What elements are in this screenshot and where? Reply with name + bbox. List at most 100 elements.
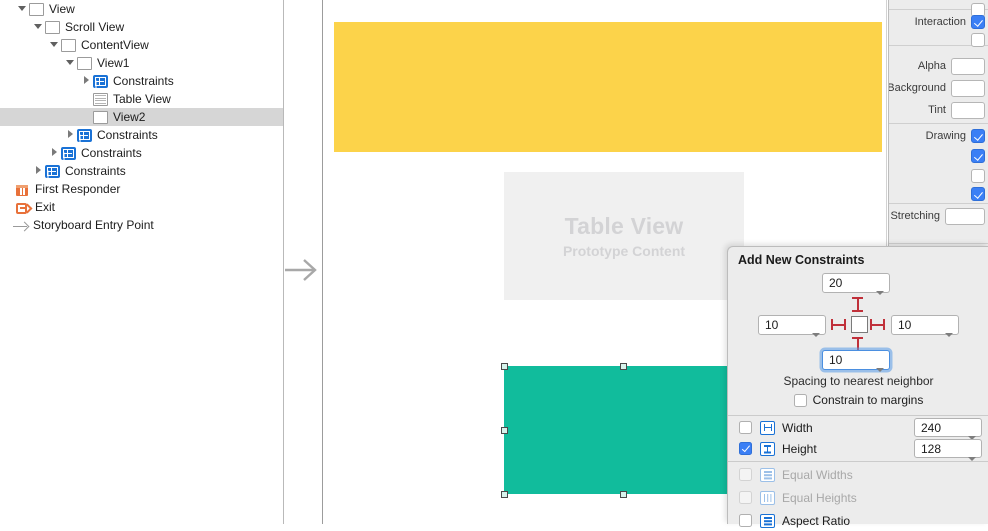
equal-widths-row: Equal Widths: [728, 464, 988, 485]
inspector-row-interaction[interactable]: Interaction: [889, 12, 988, 32]
add-new-constraints-popover[interactable]: Add New Constraints 20 10 10 10 Spacing …: [727, 246, 988, 528]
outline-row-label: Storyboard Entry Point: [33, 218, 154, 232]
document-outline-panel[interactable]: View Scroll View ContentView View1 Const…: [0, 0, 284, 524]
table-view-placeholder-subtitle: Prototype Content: [562, 243, 686, 259]
canvas-view2-selected[interactable]: [504, 366, 744, 494]
outline-row-exit[interactable]: Exit: [0, 198, 283, 216]
selection-handle-middle-left[interactable]: [501, 427, 508, 434]
alpha-field[interactable]: [951, 57, 985, 75]
aspect-ratio-row[interactable]: Aspect Ratio: [728, 510, 988, 531]
constraints-icon: [61, 147, 76, 160]
disclosure-triangle-icon[interactable]: [17, 0, 28, 18]
interaction-checkbox[interactable]: [971, 15, 985, 29]
table-view-placeholder-title: Table View: [564, 213, 684, 239]
inspector-row-interaction-2[interactable]: [889, 30, 988, 50]
height-constraint-row[interactable]: Height 128: [728, 438, 988, 461]
constrain-to-margins-checkbox[interactable]: [793, 393, 807, 407]
outline-row-table-view[interactable]: Table View: [0, 90, 283, 108]
disclosure-triangle-icon[interactable]: [49, 144, 60, 162]
bottom-spacing-combo[interactable]: 10: [822, 350, 890, 372]
selection-handle-top-center[interactable]: [620, 363, 627, 370]
bottom-spacing-value: 10: [829, 353, 843, 367]
inspector-row-drawing[interactable]: Drawing: [889, 126, 988, 146]
storyboard-entry-arrow-icon[interactable]: [285, 255, 323, 285]
inspector-label: Stretching: [890, 210, 940, 222]
drawing-checkbox-clears-graphics[interactable]: [971, 149, 985, 163]
inspector-row-drawing-2[interactable]: [889, 146, 988, 166]
outline-row-constraints-scrollview[interactable]: Constraints: [0, 144, 283, 162]
height-value-combo[interactable]: 128: [914, 439, 982, 461]
outline-row-scroll-view[interactable]: Scroll View: [0, 18, 283, 36]
outline-row-contentview[interactable]: ContentView: [0, 36, 283, 54]
selection-handle-top-left[interactable]: [501, 363, 508, 370]
constraints-icon: [45, 165, 60, 178]
leading-spacing-combo[interactable]: 10: [758, 315, 826, 337]
equal-heights-row: Equal Heights: [728, 487, 988, 508]
inspector-row-tint[interactable]: Tint: [889, 100, 988, 120]
selection-handle-bottom-left[interactable]: [501, 491, 508, 498]
outline-row-label: Constraints: [113, 74, 174, 88]
aspect-ratio-checkbox[interactable]: [739, 514, 752, 527]
constrain-to-margins-row[interactable]: Constrain to margins: [728, 393, 988, 407]
width-value-combo[interactable]: 240: [914, 418, 982, 440]
width-icon: [760, 420, 775, 435]
disclosure-triangle-icon[interactable]: [33, 162, 44, 180]
inspector-row-background[interactable]: Background: [888, 78, 988, 98]
exit-icon: [15, 201, 32, 215]
disclosure-triangle-icon[interactable]: [33, 18, 44, 36]
view-icon: [29, 3, 44, 16]
interaction-checkbox-secondary[interactable]: [971, 33, 985, 47]
outline-row-first-responder[interactable]: First Responder: [0, 180, 283, 198]
trailing-strut-indicator[interactable]: [870, 319, 886, 330]
outline-row-constraints-view1[interactable]: Constraints: [0, 72, 283, 90]
outline-row-constraints-view[interactable]: Constraints: [0, 162, 283, 180]
popover-separator: [728, 461, 988, 462]
constrain-to-margins-label: Constrain to margins: [812, 393, 924, 407]
drawing-checkbox-autoresize-subviews[interactable]: [971, 187, 985, 201]
height-checkbox[interactable]: [739, 442, 752, 455]
inspector-row-drawing-4[interactable]: [889, 184, 988, 204]
outline-row-constraints-contentview[interactable]: Constraints: [0, 126, 283, 144]
selection-handle-bottom-center[interactable]: [620, 491, 627, 498]
entry-arrow-icon: [13, 219, 30, 233]
leading-strut-indicator[interactable]: [831, 319, 847, 330]
tint-field[interactable]: [951, 101, 985, 119]
disclosure-triangle-icon[interactable]: [81, 72, 92, 90]
disclosure-triangle-icon[interactable]: [65, 126, 76, 144]
outline-row-view2[interactable]: View2: [0, 108, 283, 126]
outline-row-label: First Responder: [35, 182, 121, 196]
top-spacing-value: 20: [829, 276, 843, 290]
top-strut-indicator[interactable]: [852, 297, 863, 313]
width-constraint-row[interactable]: Width 240: [728, 417, 988, 440]
outline-row-label: View: [49, 2, 75, 16]
inspector-row-stretching[interactable]: Stretching: [889, 206, 988, 226]
canvas-table-view[interactable]: Table View Prototype Content: [504, 172, 744, 300]
outline-row-view[interactable]: View: [0, 0, 283, 18]
disclosure-triangle-icon[interactable]: [65, 54, 76, 72]
view-icon: [77, 57, 92, 70]
width-checkbox[interactable]: [739, 421, 752, 434]
outline-row-storyboard-entry-point[interactable]: Storyboard Entry Point: [0, 216, 283, 234]
trailing-spacing-value: 10: [898, 318, 912, 332]
inspector-row-drawing-3[interactable]: [889, 166, 988, 186]
inspector-separator: [889, 243, 988, 244]
equal-heights-icon: [760, 490, 775, 505]
equal-widths-label: Equal Widths: [782, 467, 853, 482]
outline-row-label: Table View: [113, 92, 171, 106]
trailing-spacing-combo[interactable]: 10: [891, 315, 959, 337]
inspector-label: Background: [888, 82, 946, 94]
background-field[interactable]: [951, 79, 985, 97]
aspect-ratio-label: Aspect Ratio: [782, 513, 851, 528]
top-spacing-combo[interactable]: 20: [822, 273, 890, 295]
outline-row-view1[interactable]: View1: [0, 54, 283, 72]
canvas-view1[interactable]: [334, 22, 882, 152]
inspector-label: Tint: [928, 104, 946, 116]
view-icon: [93, 111, 108, 124]
inspector-row-alpha[interactable]: Alpha: [889, 56, 988, 76]
drawing-checkbox-clip-subviews[interactable]: [971, 169, 985, 183]
constraints-icon: [93, 75, 108, 88]
stretching-field[interactable]: [945, 207, 985, 225]
disclosure-triangle-icon[interactable]: [49, 36, 60, 54]
drawing-checkbox-opaque[interactable]: [971, 129, 985, 143]
